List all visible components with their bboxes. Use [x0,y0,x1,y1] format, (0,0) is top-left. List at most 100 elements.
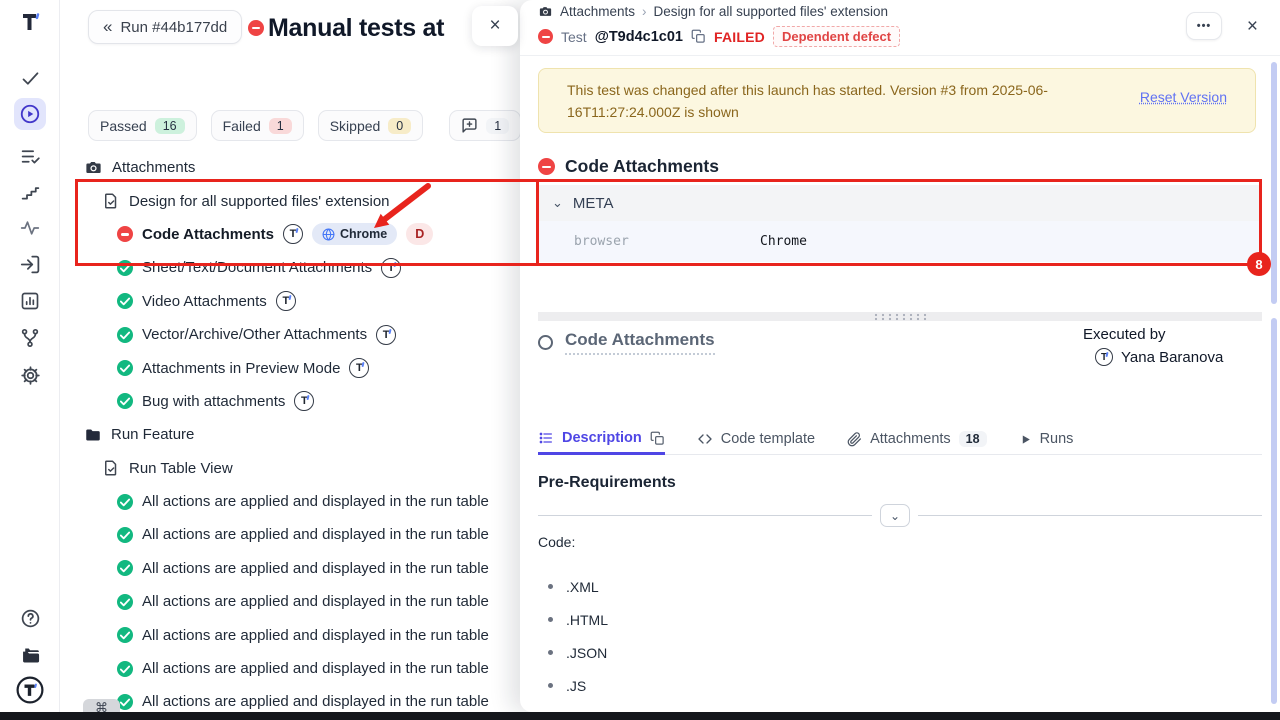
tree-test-row[interactable]: All actions are applied and displayed in… [60,652,512,685]
bullet [548,584,553,589]
bottom-bar [0,712,1280,720]
document-check-icon [102,192,120,210]
tree-doc-design[interactable]: Design for all supported files' extensio… [60,184,512,217]
breadcrumb-separator: › [642,4,647,19]
copy-icon[interactable] [650,431,665,446]
filter-skipped[interactable]: Skipped 0 [318,110,424,141]
scrollbar-thumb[interactable] [1271,62,1277,304]
meta-row: browser Chrome [538,221,1262,262]
tree-doc-run-table-view[interactable]: Run Table View [60,452,512,485]
tree-test-row[interactable]: All actions are applied and displayed in… [60,485,512,518]
more-actions-button[interactable]: ••• [1186,12,1222,40]
test-title-link[interactable]: Code Attachments [538,330,715,355]
header-divider [520,55,1280,56]
status-filter-row: Passed 16 Failed 1 Skipped 0 1 [88,110,521,141]
comment-plus-icon [461,117,478,134]
test-title: Code Attachments [565,330,715,355]
attachments-count-badge: 18 [959,431,987,447]
app-logo[interactable] [14,6,46,38]
result-heading: Code Attachments [565,156,719,177]
passed-status-icon [117,661,133,677]
suite-label: Run Feature [111,426,194,443]
drawer-close-tab[interactable]: × [472,6,518,46]
reset-version-link[interactable]: Reset Version [1140,89,1227,105]
browser-badge-label: Chrome [340,227,387,241]
tree-test-row[interactable]: All actions are applied and displayed in… [60,552,512,585]
camera-icon [84,158,103,177]
tab-attachments[interactable]: Attachments 18 [847,424,987,454]
tree-test-row[interactable]: All actions are applied and displayed in… [60,618,512,651]
checklist-icon[interactable] [14,140,46,172]
unexecuted-status-icon [538,335,553,350]
tree-suite-run-feature[interactable]: Run Feature [60,418,512,451]
tree-test-row[interactable]: All actions are applied and displayed in… [60,518,512,551]
test-label: Vector/Archive/Other Attachments [142,326,367,343]
profile-avatar[interactable] [14,674,46,706]
passed-status-icon [117,393,133,409]
branches-icon[interactable] [14,322,46,354]
detail-tabs: Description Code template Attachments 18… [538,424,1262,455]
version-warning-banner: This test was changed after this launch … [538,68,1256,133]
meta-section-header[interactable]: ⌄ META [538,185,1262,221]
reports-chart-icon[interactable] [14,285,46,317]
scrollbar-thumb[interactable] [1271,318,1277,704]
test-label: All actions are applied and displayed in… [142,660,489,677]
drawer-close-button[interactable]: × [1247,16,1258,38]
meta-title: META [573,195,614,212]
tab-label: Code template [721,431,815,447]
filter-label: Failed [223,118,261,134]
passed-status-icon [117,494,133,510]
dependent-defect-badge[interactable]: Dependent defect [773,26,900,47]
tab-code-template[interactable]: Code template [697,424,815,454]
filter-label: Passed [100,118,147,134]
camera-icon [538,4,553,19]
tab-label: Description [562,430,642,446]
browser-badge[interactable]: Chrome [312,223,397,245]
steps-icon[interactable] [14,176,46,208]
globe-icon [322,228,335,241]
more-icon: ••• [1197,20,1212,32]
filter-failed[interactable]: Failed 1 [211,110,304,141]
test-label: All actions are applied and displayed in… [142,593,489,610]
tree-test-row[interactable]: Vector/Archive/Other Attachments T [60,318,512,351]
test-label: Bug with attachments [142,393,285,410]
tab-label: Attachments [870,431,951,447]
tree-test-row[interactable]: Attachments in Preview Mode T [60,351,512,384]
tree-test-code-attachments[interactable]: Code Attachments T Chrome D [60,218,512,251]
tree-test-row[interactable]: Sheet/Text/Document Attachments T [60,251,512,284]
tree-test-row[interactable]: All actions are applied and displayed in… [60,585,512,618]
breadcrumb-current[interactable]: Design for all supported files' extensio… [654,4,888,19]
test-id-row: Test @T9d4c1c01 FAILED Dependent defect [538,26,900,47]
tree-test-row[interactable]: Video Attachments T [60,285,512,318]
test-label: All actions are applied and displayed in… [142,693,489,710]
user-avatar-icon: T [276,291,296,311]
tab-description[interactable]: Description [538,424,665,455]
defect-badge[interactable]: D [406,223,433,245]
help-icon[interactable] [14,602,46,634]
collapse-section-button[interactable]: ⌄ [880,504,910,527]
paperclip-icon [847,432,862,447]
projects-folder-icon[interactable] [14,639,46,671]
panel-resize-handle[interactable] [538,312,1262,321]
passed-status-icon [117,293,133,309]
tests-check-icon[interactable] [14,62,46,94]
list-item-text: .JSON [566,645,607,661]
list-item: .JS [538,669,608,702]
test-word: Test [561,29,587,45]
import-icon[interactable] [14,248,46,280]
test-id: @T9d4c1c01 [595,29,683,45]
bullet [548,650,553,655]
failed-count-badge: 1 [269,118,292,134]
comments-filter-button[interactable]: 1 [449,110,521,141]
tree-suite-attachments[interactable]: Attachments [60,151,512,184]
copy-icon[interactable] [691,29,706,44]
back-to-run-button[interactable]: « Run #44b177dd [88,10,242,44]
pulse-icon[interactable] [14,212,46,244]
tree-test-row[interactable]: Bug with attachments T [60,385,512,418]
breadcrumb-root[interactable]: Attachments [560,4,635,19]
pre-requirements-heading: Pre-Requirements [538,474,676,492]
runs-play-icon[interactable] [14,98,46,130]
filter-passed[interactable]: Passed 16 [88,110,197,141]
settings-gear-icon[interactable] [14,359,46,391]
tab-runs[interactable]: Runs [1019,424,1074,454]
